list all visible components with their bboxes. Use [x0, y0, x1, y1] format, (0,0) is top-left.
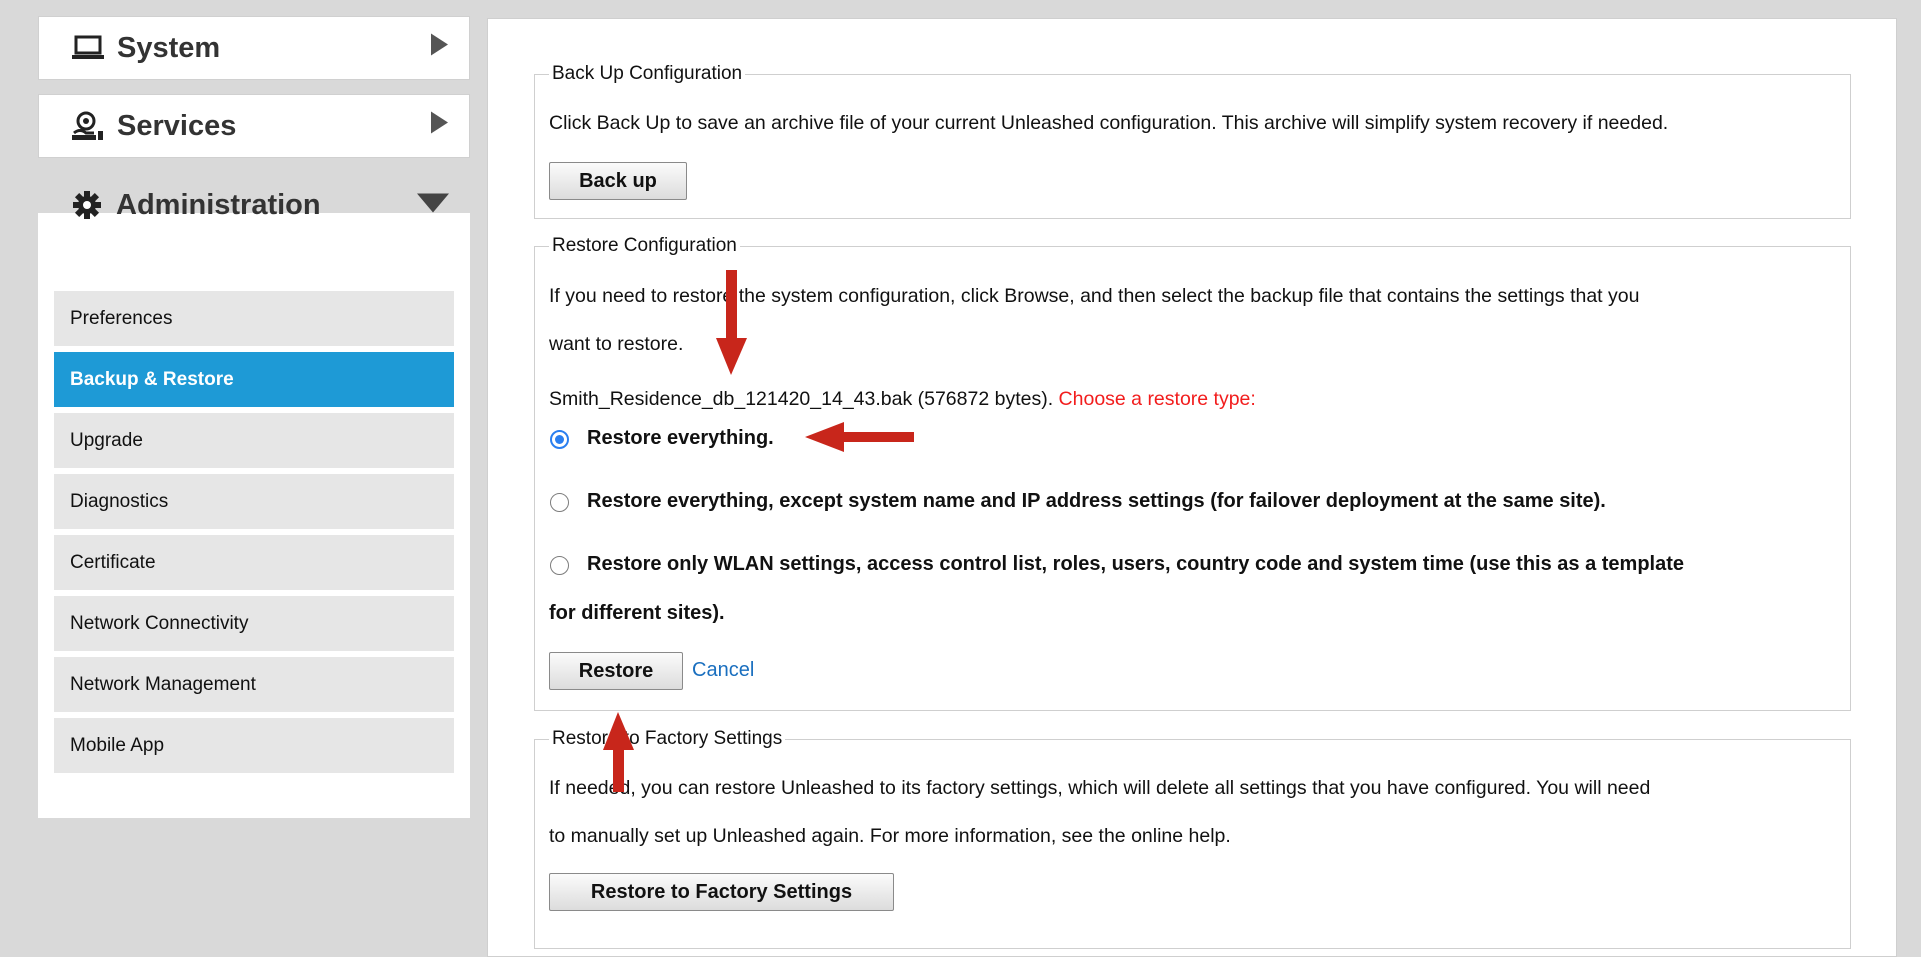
restore-everything-label[interactable]: Restore everything. — [587, 427, 774, 450]
section-system[interactable]: System — [38, 16, 470, 80]
backup-file-info: Smith_Residence_db_121420_14_43.bak (576… — [549, 388, 1054, 410]
menu-item-network-management[interactable]: Network Management — [54, 657, 454, 712]
menu-item-diagnostics[interactable]: Diagnostics — [54, 474, 454, 529]
factory-description-line2: to manually set up Unleashed again. For … — [549, 825, 1231, 847]
restore-description-line2: want to restore. — [549, 333, 684, 355]
sidebar: System Services Administration Preferenc… — [24, 0, 470, 957]
restore-button[interactable]: Restore — [549, 652, 683, 690]
restore-everything-radio[interactable] — [550, 430, 569, 449]
back-up-button[interactable]: Back up — [549, 162, 687, 200]
chevron-right-icon[interactable] — [429, 110, 449, 143]
backup-section: Back Up Configuration Click Back Up to s… — [534, 63, 1851, 219]
factory-legend: Restore to Factory Settings — [549, 728, 786, 750]
menu-item-backup-restore[interactable]: Backup & Restore — [54, 352, 454, 407]
section-administration[interactable]: Administration — [38, 173, 470, 237]
menu-item-preferences[interactable]: Preferences — [54, 291, 454, 346]
backup-legend: Back Up Configuration — [549, 63, 746, 85]
chevron-down-icon[interactable] — [416, 189, 450, 222]
section-services-label: Services — [117, 109, 237, 142]
backup-description: Click Back Up to save an archive file of… — [549, 112, 1669, 134]
choose-restore-type-prompt: Choose a restore type: — [1058, 388, 1256, 410]
menu-item-network-connectivity[interactable]: Network Connectivity — [54, 596, 454, 651]
section-services[interactable]: Services — [38, 94, 470, 158]
factory-description-line1: If needed, you can restore Unleashed to … — [549, 777, 1651, 799]
main-content: Back Up Configuration Click Back Up to s… — [487, 18, 1897, 957]
menu-item-upgrade[interactable]: Upgrade — [54, 413, 454, 468]
app-frame: System Services Administration Preferenc… — [0, 0, 1921, 957]
menu-item-certificate[interactable]: Certificate — [54, 535, 454, 590]
section-administration-label: Administration — [116, 188, 321, 221]
cancel-link[interactable]: Cancel — [692, 659, 754, 682]
restore-except-network-label[interactable]: Restore everything, except system name a… — [587, 490, 1606, 513]
gear-icon — [70, 188, 104, 222]
restore-wlan-only-radio[interactable] — [550, 556, 569, 575]
restore-file-line: Smith_Residence_db_121420_14_43.bak (576… — [549, 388, 1256, 411]
restore-legend: Restore Configuration — [549, 235, 740, 257]
restore-except-network-radio[interactable] — [550, 493, 569, 512]
laptop-icon — [71, 31, 105, 65]
restore-section: Restore Configuration If you need to res… — [534, 235, 1851, 711]
factory-reset-section: Restore to Factory Settings If needed, y… — [534, 728, 1851, 949]
restore-description-line1: If you need to restore the system config… — [549, 285, 1640, 307]
restore-factory-settings-button[interactable]: Restore to Factory Settings — [549, 873, 894, 911]
services-icon — [71, 109, 105, 143]
restore-wlan-only-label-line2[interactable]: for different sites). — [549, 602, 725, 625]
menu-item-mobile-app[interactable]: Mobile App — [54, 718, 454, 773]
section-system-label: System — [117, 31, 221, 64]
chevron-right-icon[interactable] — [429, 32, 449, 65]
restore-wlan-only-label-line1[interactable]: Restore only WLAN settings, access contr… — [587, 553, 1684, 576]
